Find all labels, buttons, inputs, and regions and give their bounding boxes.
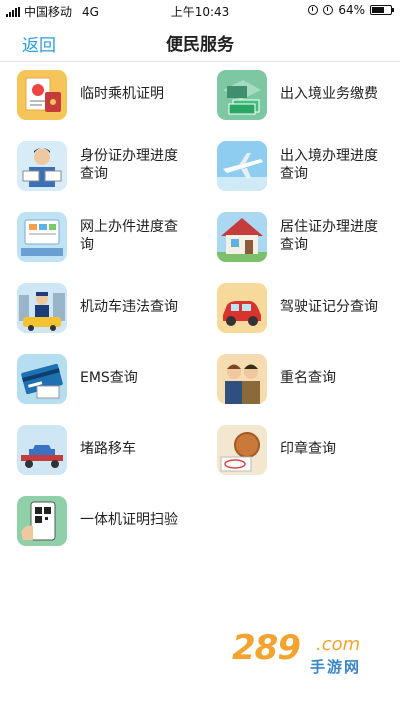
service-item-payment[interactable]: 出入境业务缴费 [200, 66, 400, 122]
service-item-move-car[interactable]: 堵路移车 [0, 421, 200, 477]
service-label: 一体机证明扫验 [80, 512, 178, 528]
people-icon [217, 354, 267, 404]
service-label: 机动车违法查询 [80, 299, 178, 315]
service-label: 驾驶证记分查询 [280, 299, 378, 315]
seal-icon [217, 425, 267, 475]
watermark-text: 手游网 [310, 658, 362, 676]
service-item-license-points[interactable]: 驾驶证记分查询 [200, 279, 400, 335]
nav-bar: 返回 便民服务 [0, 22, 400, 60]
service-item-qr-verify[interactable]: 一体机证明扫验 [0, 492, 200, 548]
page-title: 便民服务 [166, 35, 234, 55]
service-label: 身份证办理进度查询 [80, 148, 178, 182]
watermark-domain: .com [316, 634, 361, 655]
status-bar: 中国移动 4G 上午10:43 64% [0, 0, 400, 20]
online-office-icon [17, 212, 67, 262]
airplane-icon [217, 141, 267, 191]
house-icon [217, 212, 267, 262]
payment-icon [217, 70, 267, 120]
service-label: 出入境业务缴费 [280, 86, 378, 102]
boarding-certificate-icon [17, 70, 67, 120]
car-icon [217, 283, 267, 333]
alarm-icon [323, 5, 334, 15]
service-label: 临时乘机证明 [80, 86, 164, 102]
service-item-exit-entry-progress[interactable]: 出入境办理进度查询 [200, 137, 400, 193]
service-item-online-office[interactable]: 网上办件进度查询 [0, 208, 200, 264]
service-label: 居住证办理进度查询 [280, 219, 378, 253]
service-item-duplicate-name[interactable]: 重名查询 [200, 350, 400, 406]
service-item-ems[interactable]: EMS查询 [0, 350, 200, 406]
service-item-residence-permit[interactable]: 居住证办理进度查询 [200, 208, 400, 264]
location-lock-icon [308, 5, 319, 15]
traffic-police-icon [17, 283, 67, 333]
ems-card-icon [17, 354, 67, 404]
site-watermark: 289 .com 手游网 [232, 628, 382, 678]
service-item-id-card[interactable]: 身份证办理进度查询 [0, 137, 200, 193]
service-label: 重名查询 [280, 370, 336, 386]
battery-percent: 64% [338, 3, 365, 17]
tow-truck-icon [17, 425, 67, 475]
battery-icon [370, 5, 394, 15]
service-label: 印章查询 [280, 441, 336, 457]
service-label: 出入境办理进度查询 [280, 148, 378, 182]
service-label: 网上办件进度查询 [80, 219, 178, 253]
service-label: 堵路移车 [80, 441, 136, 457]
id-card-icon [17, 141, 67, 191]
status-right: 64% [308, 3, 394, 17]
service-item-vehicle-violation[interactable]: 机动车违法查询 [0, 279, 200, 335]
nav-divider [0, 61, 400, 62]
qr-scan-icon [17, 496, 67, 546]
service-label: EMS查询 [80, 370, 138, 386]
service-item-boarding-certificate[interactable]: 临时乘机证明 [0, 66, 200, 122]
service-item-seal[interactable]: 印章查询 [200, 421, 400, 477]
battery-fill [372, 7, 384, 13]
watermark-number: 289 [232, 628, 301, 668]
